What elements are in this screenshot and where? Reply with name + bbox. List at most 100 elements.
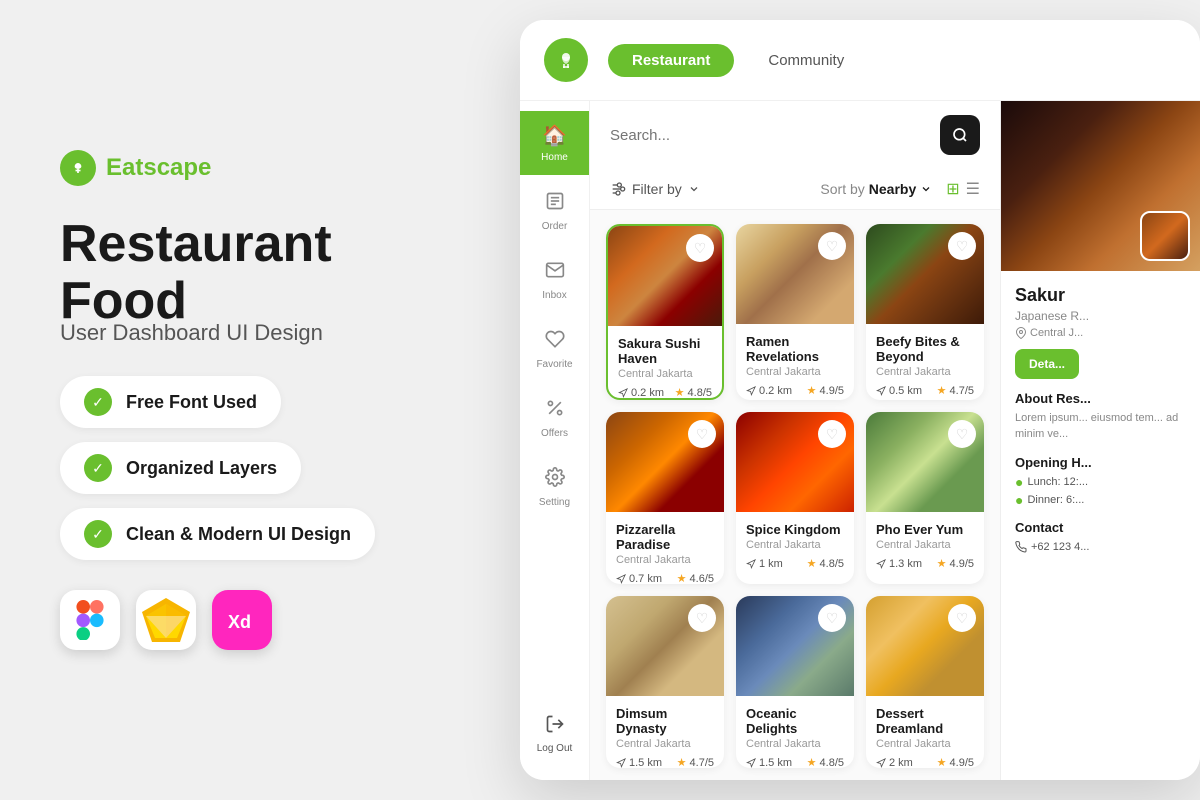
distance-icon [618,388,628,398]
card-info: Dimsum Dynasty Central Jakarta 1.5 km ★ … [606,696,724,768]
restaurant-card[interactable]: ♡ Ramen Revelations Central Jakarta 0.2 … [736,224,854,400]
star-icon: ★ [937,756,947,768]
card-rating: ★ 4.9/5 [937,557,974,570]
list-view-button[interactable]: ☰ [966,179,980,199]
sidebar-label-logout: Log Out [537,743,573,754]
card-distance: 0.2 km [746,385,792,397]
card-name: Dimsum Dynasty [616,706,714,736]
sidebar-item-favorite[interactable]: Favorite [520,317,589,382]
card-meta: 1.5 km ★ 4.7/5 [616,756,714,768]
heart-button[interactable]: ♡ [818,604,846,632]
app-container: Restaurant Community 🏠 Home Ord [520,20,1200,780]
filter-button[interactable]: Filter by [610,181,820,197]
sort-button[interactable]: Sort by Nearby [820,181,932,197]
card-rating: ★ 4.7/5 [677,756,714,768]
filter-chevron [688,183,700,195]
card-location: Central Jakarta [616,738,714,750]
sidebar-label-offers: Offers [541,428,568,439]
sidebar-item-order[interactable]: Order [520,179,589,244]
sort-chevron [920,183,932,195]
setting-icon [545,467,565,493]
restaurant-card[interactable]: ♡ Beefy Bites & Beyond Central Jakarta 0… [866,224,984,400]
sidebar-logout[interactable]: Log Out [529,702,581,770]
card-rating: ★ 4.8/5 [675,386,712,399]
inbox-icon [545,260,565,286]
sidebar-item-inbox[interactable]: Inbox [520,248,589,313]
card-location: Central Jakarta [876,366,974,378]
restaurant-card[interactable]: ♡ Dessert Dreamland Central Jakarta 2 km… [866,596,984,768]
contact-title: Contact [1015,520,1186,535]
heart-button[interactable]: ♡ [818,232,846,260]
card-location: Central Jakarta [746,738,844,750]
heart-button[interactable]: ♡ [688,604,716,632]
card-location: Central Jakarta [876,738,974,750]
card-meta: 1.3 km ★ 4.9/5 [876,557,974,570]
card-image: ♡ [606,596,724,696]
tab-restaurant[interactable]: Restaurant [608,44,734,77]
sketch-icon [136,590,196,650]
restaurant-card[interactable]: ♡ Pizzarella Paradise Central Jakarta 0.… [606,412,724,584]
lunch-dot: ● [1015,474,1023,490]
search-input[interactable] [610,127,930,144]
card-image: ♡ [866,412,984,512]
star-icon: ★ [937,557,947,570]
brand-logo: Eatscape [60,150,460,186]
star-icon: ★ [807,756,817,768]
card-info: Pho Ever Yum Central Jakarta 1.3 km ★ 4.… [866,512,984,578]
heart-button[interactable]: ♡ [948,232,976,260]
card-meta: 0.2 km ★ 4.9/5 [746,384,844,397]
restaurant-card[interactable]: ♡ Spice Kingdom Central Jakarta 1 km ★ 4… [736,412,854,584]
card-rating: ★ 4.9/5 [807,384,844,397]
sidebar-item-offers[interactable]: Offers [520,386,589,451]
card-rating: ★ 4.7/5 [937,384,974,397]
card-image: ♡ [736,596,854,696]
sidebar-item-home[interactable]: 🏠 Home [520,111,589,175]
card-location: Central Jakarta [616,554,714,566]
filter-bar: Filter by Sort by Nearby [590,169,1000,210]
sidebar-label-home: Home [541,152,568,163]
card-name: Oceanic Delights [746,706,844,736]
restaurant-card[interactable]: ♡ Oceanic Delights Central Jakarta 1.5 k… [736,596,854,768]
star-icon: ★ [677,756,687,768]
detail-button[interactable]: Deta... [1015,349,1079,379]
tab-community[interactable]: Community [744,44,868,77]
card-image: ♡ [606,412,724,512]
location-icon [1015,327,1027,339]
card-image: ♡ [736,412,854,512]
heart-button[interactable]: ♡ [686,234,714,262]
card-info: Oceanic Delights Central Jakarta 1.5 km … [736,696,854,768]
grid-view-button[interactable]: ⊞ [946,179,959,199]
restaurant-card[interactable]: ♡ Pho Ever Yum Central Jakarta 1.3 km ★ … [866,412,984,584]
xd-icon: Xd [212,590,272,650]
heart-button[interactable]: ♡ [948,420,976,448]
check-icon-3: ✓ [84,520,112,548]
card-distance: 0.2 km [618,387,664,399]
card-info: Dessert Dreamland Central Jakarta 2 km ★… [866,696,984,768]
distance-icon [876,758,886,768]
restaurant-card[interactable]: ♡ Sakura Sushi Haven Central Jakarta 0.2… [606,224,724,400]
heart-button[interactable]: ♡ [948,604,976,632]
heart-button[interactable]: ♡ [688,420,716,448]
card-image: ♡ [736,224,854,324]
card-info: Ramen Revelations Central Jakarta 0.2 km… [736,324,854,400]
distance-icon [746,386,756,396]
feature-item-1: ✓ Free Font Used [60,376,281,428]
sidebar-item-setting[interactable]: Setting [520,455,589,520]
sidebar-label-order: Order [542,221,568,232]
card-info: Sakura Sushi Haven Central Jakarta 0.2 k… [608,326,722,400]
star-icon: ★ [807,557,817,570]
tool-icons: Xd [60,590,460,650]
search-button[interactable] [940,115,980,155]
card-meta: 2 km ★ 4.9/5 [876,756,974,768]
check-icon-2: ✓ [84,454,112,482]
card-name: Pizzarella Paradise [616,522,714,552]
restaurant-card[interactable]: ♡ Dimsum Dynasty Central Jakarta 1.5 km … [606,596,724,768]
card-meta: 0.2 km ★ 4.8/5 [618,386,712,399]
svg-text:Xd: Xd [228,612,251,632]
heart-button[interactable]: ♡ [818,420,846,448]
detail-subtitle: Japanese R... [1015,309,1186,323]
sidebar-label-setting: Setting [539,497,570,508]
detail-location: Central J... [1015,327,1186,339]
card-meta: 1 km ★ 4.8/5 [746,557,844,570]
feature-item-3: ✓ Clean & Modern UI Design [60,508,375,560]
